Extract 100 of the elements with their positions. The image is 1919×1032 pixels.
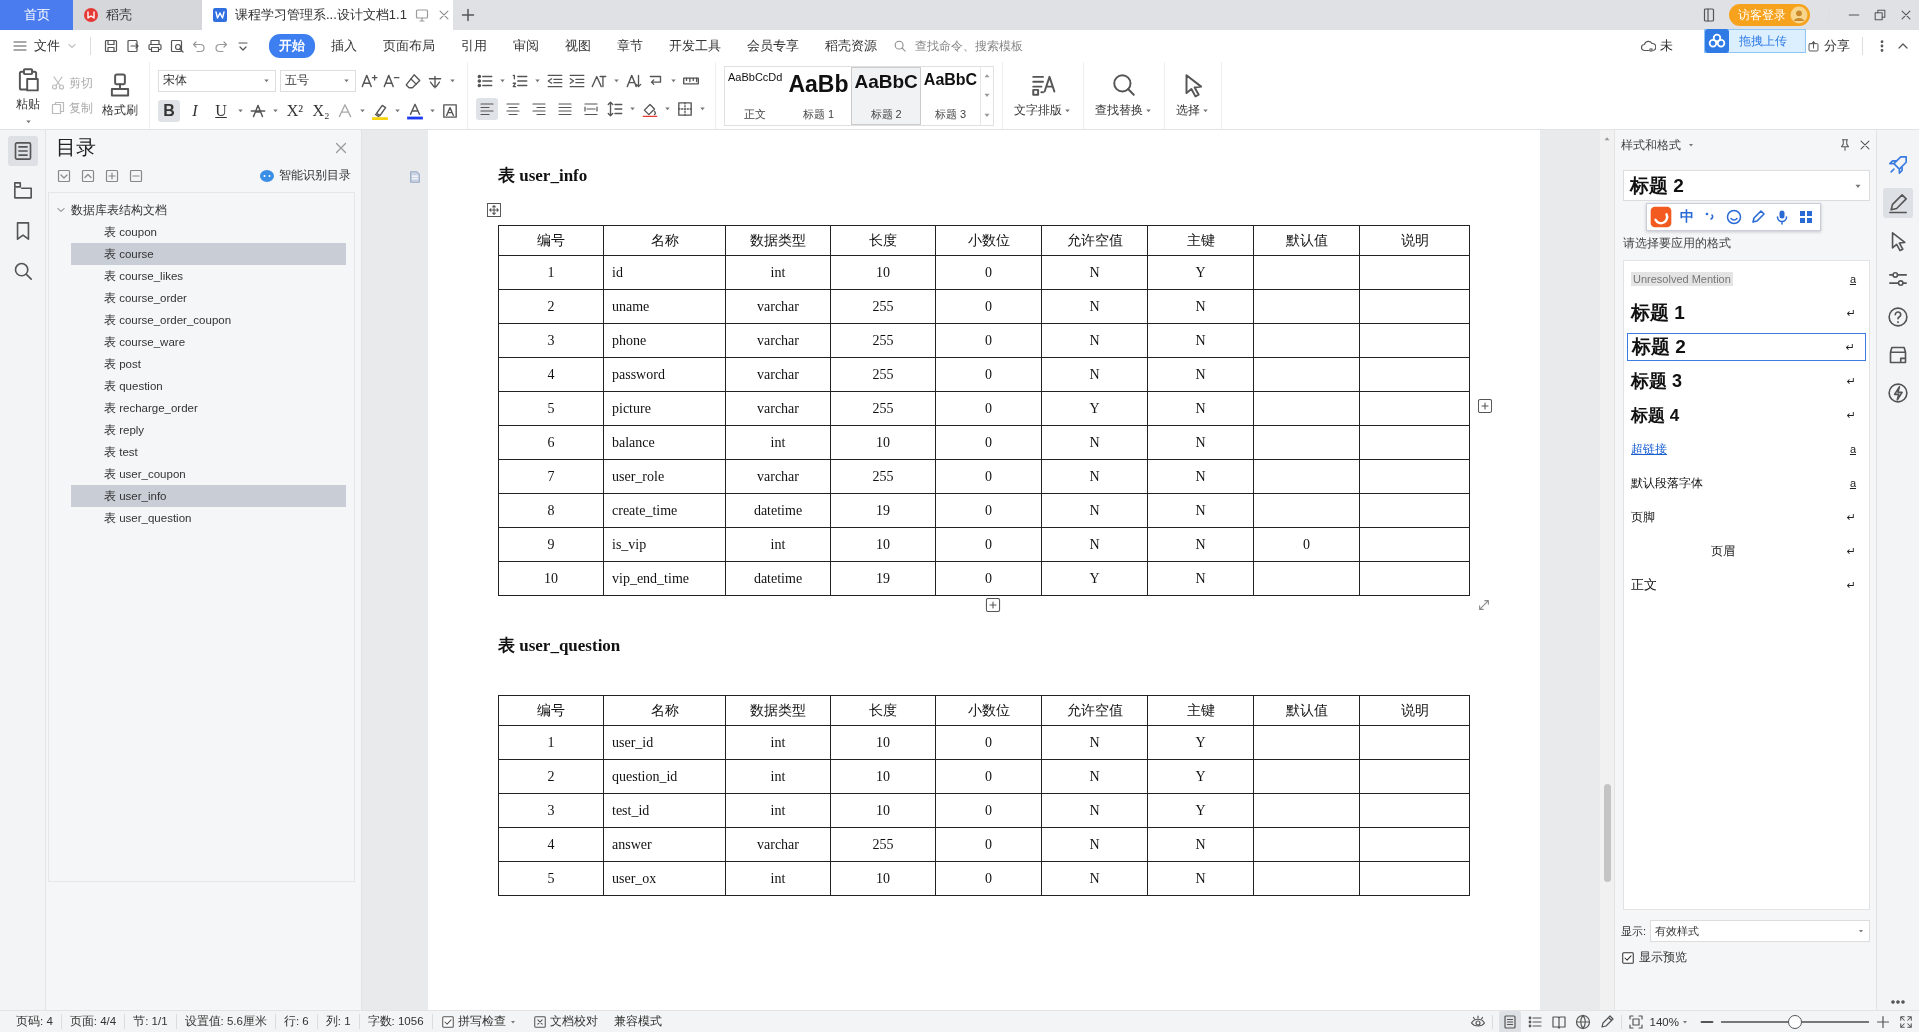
- menu-tab[interactable]: 视图: [555, 34, 601, 58]
- fullscreen-icon[interactable]: [1899, 1014, 1913, 1029]
- scrollbar-thumb[interactable]: [1603, 784, 1611, 882]
- preview-icon[interactable]: [169, 38, 185, 54]
- cloud-upload-icon[interactable]: [1705, 29, 1729, 53]
- line-spacing-icon[interactable]: [606, 99, 624, 118]
- text-layout-button[interactable]: 文字排版: [1011, 70, 1076, 121]
- expand-all-icon[interactable]: [80, 167, 96, 184]
- toc-item[interactable]: 表 reply: [71, 419, 346, 441]
- underline-button[interactable]: U: [210, 99, 232, 122]
- share-button[interactable]: 分享: [1807, 37, 1850, 55]
- font-color-icon[interactable]: [406, 101, 424, 120]
- borders-icon[interactable]: [676, 99, 694, 118]
- style-item[interactable]: Unresolved Mention a: [1627, 265, 1866, 293]
- fit-icon[interactable]: [1627, 1013, 1644, 1030]
- style-item[interactable]: 默认段落字体 a: [1627, 469, 1866, 497]
- page-view-icon[interactable]: [1498, 1010, 1521, 1032]
- toc-item[interactable]: 表 user_coupon: [71, 463, 346, 485]
- search-field[interactable]: 查找命令、搜索模板: [913, 38, 1043, 54]
- search-icon[interactable]: [893, 39, 907, 53]
- clear-format-icon[interactable]: [404, 71, 422, 90]
- style-item[interactable]: 标题 3 ↵: [1627, 367, 1866, 395]
- table-move-icon[interactable]: [487, 203, 501, 217]
- style-preset[interactable]: AaBbC 标题 2: [851, 66, 921, 125]
- save-icon[interactable]: [103, 38, 119, 54]
- toc-item[interactable]: 表 post: [71, 353, 346, 375]
- toc-item[interactable]: 表 question: [71, 375, 346, 397]
- file-menu[interactable]: 文件: [34, 37, 60, 55]
- collapse-all-icon[interactable]: [56, 167, 72, 184]
- monitor-icon[interactable]: [413, 7, 430, 23]
- resize-icon[interactable]: [1477, 598, 1491, 612]
- remove-level-icon[interactable]: [128, 167, 144, 184]
- microphone-icon[interactable]: [1774, 209, 1790, 225]
- select-button[interactable]: 选择: [1173, 70, 1214, 121]
- restore-icon[interactable]: [1873, 8, 1887, 22]
- font-select[interactable]: 宋体: [158, 69, 276, 92]
- spell-check-button[interactable]: 拼写检查: [432, 1014, 525, 1029]
- pin-icon[interactable]: [1838, 138, 1852, 152]
- eye-icon[interactable]: [1469, 1013, 1486, 1030]
- menu-tab[interactable]: 插入: [321, 34, 367, 58]
- pen-icon[interactable]: [1883, 188, 1913, 218]
- zoom-select[interactable]: 140%: [1649, 1015, 1689, 1028]
- style-preset[interactable]: AaBbC 标题 3: [920, 66, 981, 125]
- outline-icon[interactable]: [7, 136, 38, 166]
- format-painter-button[interactable]: 格式刷: [99, 70, 141, 121]
- new-tab-icon[interactable]: [460, 7, 476, 23]
- character-border-icon[interactable]: [441, 101, 459, 120]
- menu-tab[interactable]: 章节: [607, 34, 653, 58]
- menu-tab[interactable]: 审阅: [503, 34, 549, 58]
- smart-toc-button[interactable]: 智能识别目录: [259, 167, 351, 184]
- style-item[interactable]: 标题 4 ↵: [1627, 401, 1866, 429]
- ime-mode[interactable]: 中: [1680, 208, 1694, 226]
- menu-tab[interactable]: 开始: [269, 34, 315, 58]
- upload-button[interactable]: 拖拽上传: [1704, 29, 1806, 53]
- toc-item[interactable]: 数据库表结构文档: [49, 199, 354, 221]
- style-item[interactable]: 标题 1 ↵: [1627, 299, 1866, 327]
- menu-tab[interactable]: 引用: [451, 34, 497, 58]
- tab[interactable]: 首页: [0, 0, 73, 30]
- style-field[interactable]: 标题 2: [1623, 170, 1870, 201]
- emoji-icon[interactable]: [1726, 209, 1742, 225]
- toc-item[interactable]: 表 coupon: [71, 221, 346, 243]
- style-preset[interactable]: AaBbCcDd 正文: [725, 66, 786, 125]
- show-select[interactable]: 有效样式: [1650, 920, 1870, 942]
- toolbox-icon[interactable]: [1798, 209, 1814, 225]
- bold-button[interactable]: B: [158, 99, 180, 122]
- superscript-button[interactable]: X²: [284, 99, 306, 122]
- book-icon[interactable]: [1550, 1013, 1567, 1030]
- toc-item[interactable]: 表 test: [71, 441, 346, 463]
- pencil-icon[interactable]: [1750, 209, 1766, 225]
- globe-icon[interactable]: [1574, 1013, 1591, 1030]
- tab[interactable]: 稻壳: [73, 0, 202, 30]
- menu-tab[interactable]: 会员专享: [737, 34, 809, 58]
- menu-tab[interactable]: 稻壳资源: [815, 34, 887, 58]
- size-select[interactable]: 五号: [280, 69, 356, 92]
- print-icon[interactable]: [147, 38, 163, 54]
- style-item[interactable]: 页脚 ↵: [1627, 503, 1866, 531]
- subscript-button[interactable]: X₂: [310, 99, 332, 122]
- toc-item[interactable]: 表 recharge_order: [71, 397, 346, 419]
- checkbox[interactable]: [1621, 950, 1635, 965]
- toc-item[interactable]: 表 course: [71, 243, 346, 265]
- tab[interactable]: 课程学习管理系...设计文档1.1: [202, 0, 453, 30]
- toc-item[interactable]: 表 course_ware: [71, 331, 346, 353]
- menu-tab[interactable]: 页面布局: [373, 34, 445, 58]
- italic-button[interactable]: I: [184, 99, 206, 122]
- proofread-button[interactable]: 文档校对: [524, 1014, 606, 1029]
- toc-item[interactable]: 表 course_order: [71, 287, 346, 309]
- paste-button[interactable]: 粘贴: [12, 63, 44, 128]
- find-replace-button[interactable]: 查找替换: [1092, 70, 1157, 121]
- toc-item[interactable]: 表 user_info: [71, 485, 346, 507]
- export-icon[interactable]: [125, 38, 141, 54]
- toc-item[interactable]: 表 course_likes: [71, 265, 346, 287]
- pen-icon[interactable]: [1598, 1013, 1615, 1030]
- style-item[interactable]: 正文 ↵: [1627, 571, 1866, 599]
- toc-item[interactable]: 表 course_order_coupon: [71, 309, 346, 331]
- close-icon[interactable]: [1899, 8, 1913, 22]
- toc-item[interactable]: 表 user_question: [71, 507, 346, 529]
- tablet-icon[interactable]: [1701, 7, 1717, 23]
- close-icon[interactable]: [1858, 138, 1872, 152]
- add-level-icon[interactable]: [104, 167, 120, 184]
- style-preset[interactable]: AaBb 标题 1: [785, 66, 852, 125]
